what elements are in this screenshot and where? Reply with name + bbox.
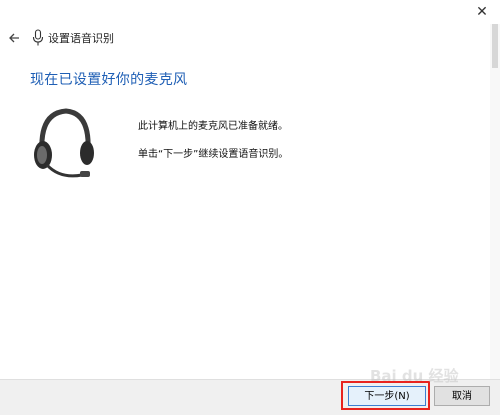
scrollbar[interactable] <box>490 24 500 379</box>
scrollbar-thumb[interactable] <box>492 24 498 68</box>
microphone-icon <box>32 29 44 46</box>
back-arrow-icon[interactable] <box>6 30 22 46</box>
cancel-button[interactable]: 取消 <box>434 386 490 406</box>
headset-icon <box>34 108 94 178</box>
speech-setup-window: ✕ 设置语音识别 现在已设置好你的麦克风 此计算机上的麦克风已准备就绪。 单击“… <box>0 0 500 415</box>
page-heading: 现在已设置好你的麦克风 <box>30 72 188 88</box>
wizard-title: 设置语音识别 <box>48 32 114 45</box>
next-button[interactable]: 下一步(N) <box>348 386 426 406</box>
microphone-ready-message: 此计算机上的麦克风已准备就绪。 <box>138 121 288 132</box>
continue-instruction: 单击“下一步”继续设置语音识别。 <box>138 149 289 160</box>
close-button[interactable]: ✕ <box>470 2 494 22</box>
